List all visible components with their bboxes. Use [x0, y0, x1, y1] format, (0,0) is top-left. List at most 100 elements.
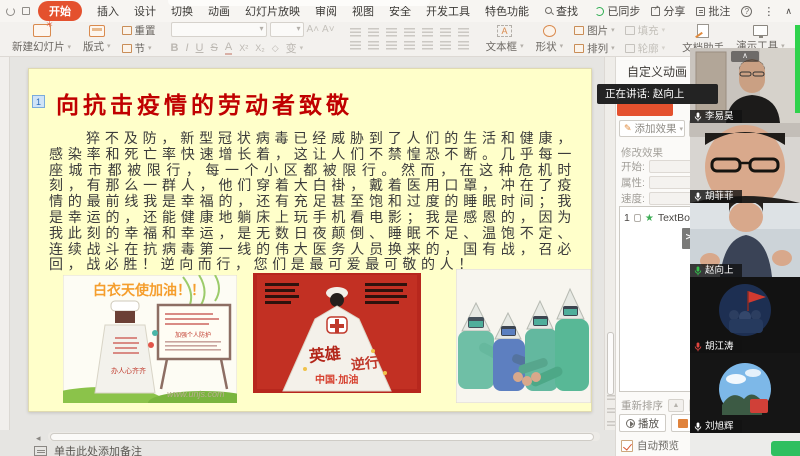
clear-format-button[interactable]: ◇ [272, 43, 279, 54]
poster2-slogan: 中国·加油 [315, 373, 358, 386]
align-center-icon[interactable] [368, 41, 379, 50]
horizontal-scrollbar-thumb[interactable] [50, 433, 594, 441]
video-tile-2[interactable]: 胡菲菲 [690, 123, 800, 203]
reorder-label: 重新排序 [621, 398, 663, 413]
outline-button[interactable]: 轮廓▾ [625, 41, 666, 56]
tab-design[interactable]: 设计 [134, 3, 156, 19]
slide-thumbnail-strip[interactable] [0, 57, 10, 430]
prev-slide-icon[interactable] [607, 395, 615, 402]
meeting-action-button[interactable] [771, 441, 800, 456]
property-label: 属性: [621, 175, 645, 190]
play-button[interactable]: 播放 [619, 414, 666, 432]
tab-features[interactable]: 特色功能 [485, 3, 529, 19]
increase-font-icon[interactable]: A˄ [307, 24, 320, 35]
scroll-menu-icon[interactable] [607, 408, 615, 415]
text-box-button[interactable]: A 文本框▾ [480, 22, 530, 56]
numbering-icon[interactable] [368, 28, 379, 37]
decrease-indent-icon[interactable] [386, 28, 397, 37]
animation-order-badge[interactable]: 1 [32, 95, 45, 108]
columns-icon[interactable] [458, 28, 469, 37]
poster2-hero-drawing[interactable]: 英雄 逆行 中国·加油 [253, 273, 421, 393]
poster3-medics-drawing[interactable] [456, 269, 591, 403]
layout-button[interactable]: 版式▾ [77, 22, 117, 56]
reorder-up-button[interactable]: ▲ [668, 399, 684, 412]
layout-icon [89, 25, 105, 37]
poster1-nurse-drawing[interactable]: 白衣天使加油！！ 办人心齐齐 加强个人防护 www.u [63, 275, 237, 403]
meeting-video-sidebar: ∧ 李易昊 胡菲菲 [690, 48, 800, 456]
text-direction-icon[interactable] [440, 28, 451, 37]
new-slide-icon [33, 24, 51, 37]
fill-icon [625, 26, 635, 35]
shapes-button[interactable]: 形状▾ [530, 22, 570, 56]
wps-window: 开始 插入 设计 切换 动画 幻灯片放映 审阅 视图 安全 开发工具 特色功能 … [0, 0, 800, 456]
arrange-button[interactable]: 排列▾ [574, 41, 615, 56]
fill-button[interactable]: 填充▾ [625, 23, 666, 38]
video-tile-4[interactable]: 胡江涛 [690, 277, 800, 353]
more-icon[interactable]: ⋮ [763, 5, 774, 18]
horizontal-scrollbar[interactable] [48, 432, 600, 441]
align-right-icon[interactable] [386, 41, 397, 50]
underline-button[interactable]: U [196, 42, 204, 54]
bold-button[interactable]: B [171, 42, 179, 54]
reset-button[interactable]: 重置 [122, 23, 156, 38]
notes-bar[interactable]: 单击此处添加备注 [10, 442, 604, 456]
save-icon[interactable] [22, 7, 30, 15]
picture-button[interactable]: 图片▾ [574, 23, 615, 38]
distribute-icon[interactable] [422, 41, 433, 50]
auto-preview-checkbox[interactable] [621, 440, 633, 452]
line-spacing-icon[interactable] [422, 28, 433, 37]
subscript-button[interactable]: X₂ [255, 43, 265, 53]
section-button[interactable]: 节▾ [122, 41, 156, 56]
reset-label: 重置 [135, 23, 156, 38]
superscript-button[interactable]: X² [239, 43, 248, 53]
comment-button[interactable]: 批注 [696, 3, 730, 19]
vertical-scrollbar-thumb[interactable] [607, 332, 614, 395]
bullets-icon[interactable] [350, 28, 361, 37]
font-family-combo[interactable] [171, 22, 267, 37]
sidebar-collapse-button[interactable]: ∧ [731, 51, 759, 62]
text-box-label: 文本框 [486, 39, 518, 54]
tab-home[interactable]: 开始 [38, 1, 82, 21]
search-icon [545, 7, 553, 15]
share-button[interactable]: 分享 [651, 3, 685, 19]
strikethrough-button[interactable]: S [211, 42, 218, 54]
vertical-scrollbar[interactable] [604, 57, 615, 430]
add-effect-label: 添加效果 [635, 121, 677, 136]
text-effect-button[interactable]: 变▾ [286, 40, 304, 56]
tab-insert[interactable]: 插入 [97, 3, 119, 19]
align-top-icon[interactable] [440, 41, 451, 50]
help-icon[interactable]: ? [741, 6, 752, 17]
animation-panel-title[interactable]: 自定义动画 ▾ [627, 63, 694, 80]
align-bottom-icon[interactable] [458, 41, 469, 50]
align-left-icon[interactable] [350, 41, 361, 50]
slide-title[interactable]: 向抗击疫情的劳动者致敬 [56, 86, 353, 120]
menu-find-button[interactable]: 查找 [545, 3, 578, 19]
collapse-ribbon-icon[interactable]: ∧ [785, 6, 792, 17]
video-tile-5[interactable]: 刘旭辉 [690, 353, 800, 433]
undo-icon[interactable] [6, 7, 15, 16]
slide-canvas[interactable]: 1 向抗击疫情的劳动者致敬 猝不及防，新型冠状病毒已经威胁到了人们的生活和健康，… [28, 68, 592, 412]
entrance-effect-star-icon: ★ [645, 213, 654, 224]
svg-text:加强个人防护: 加强个人防护 [175, 331, 211, 339]
picture-label: 图片 [587, 23, 608, 38]
font-color-button[interactable]: A [225, 41, 232, 55]
participant-name: 胡江涛 [705, 340, 734, 353]
font-size-combo[interactable] [270, 22, 304, 37]
sync-status[interactable]: 已同步 [595, 3, 640, 19]
text-box-icon: A [497, 25, 512, 37]
tab-devtools[interactable]: 开发工具 [426, 3, 470, 19]
reset-icon [122, 26, 132, 35]
document-tab[interactable] [168, 0, 430, 6]
justify-icon[interactable] [404, 41, 415, 50]
increase-indent-icon[interactable] [404, 28, 415, 37]
video-tile-3[interactable]: 赵向上 [690, 203, 800, 277]
next-slide-icon[interactable] [607, 421, 615, 428]
present-tools-icon [753, 25, 768, 36]
text-effect-label: 变 [286, 40, 297, 56]
decrease-font-icon[interactable]: A˅ [322, 24, 335, 35]
new-slide-button[interactable]: 新建幻灯片▾ [6, 22, 77, 56]
slide-body-text[interactable]: 猝不及防，新型冠状病毒已经威胁到了人们的生活和健康，感染率和死亡率快速增长着，这… [49, 131, 576, 273]
screen-share-border [795, 25, 800, 113]
add-effect-button[interactable]: ✎ 添加效果 ▾ [619, 120, 685, 137]
italic-button[interactable]: I [185, 42, 188, 54]
